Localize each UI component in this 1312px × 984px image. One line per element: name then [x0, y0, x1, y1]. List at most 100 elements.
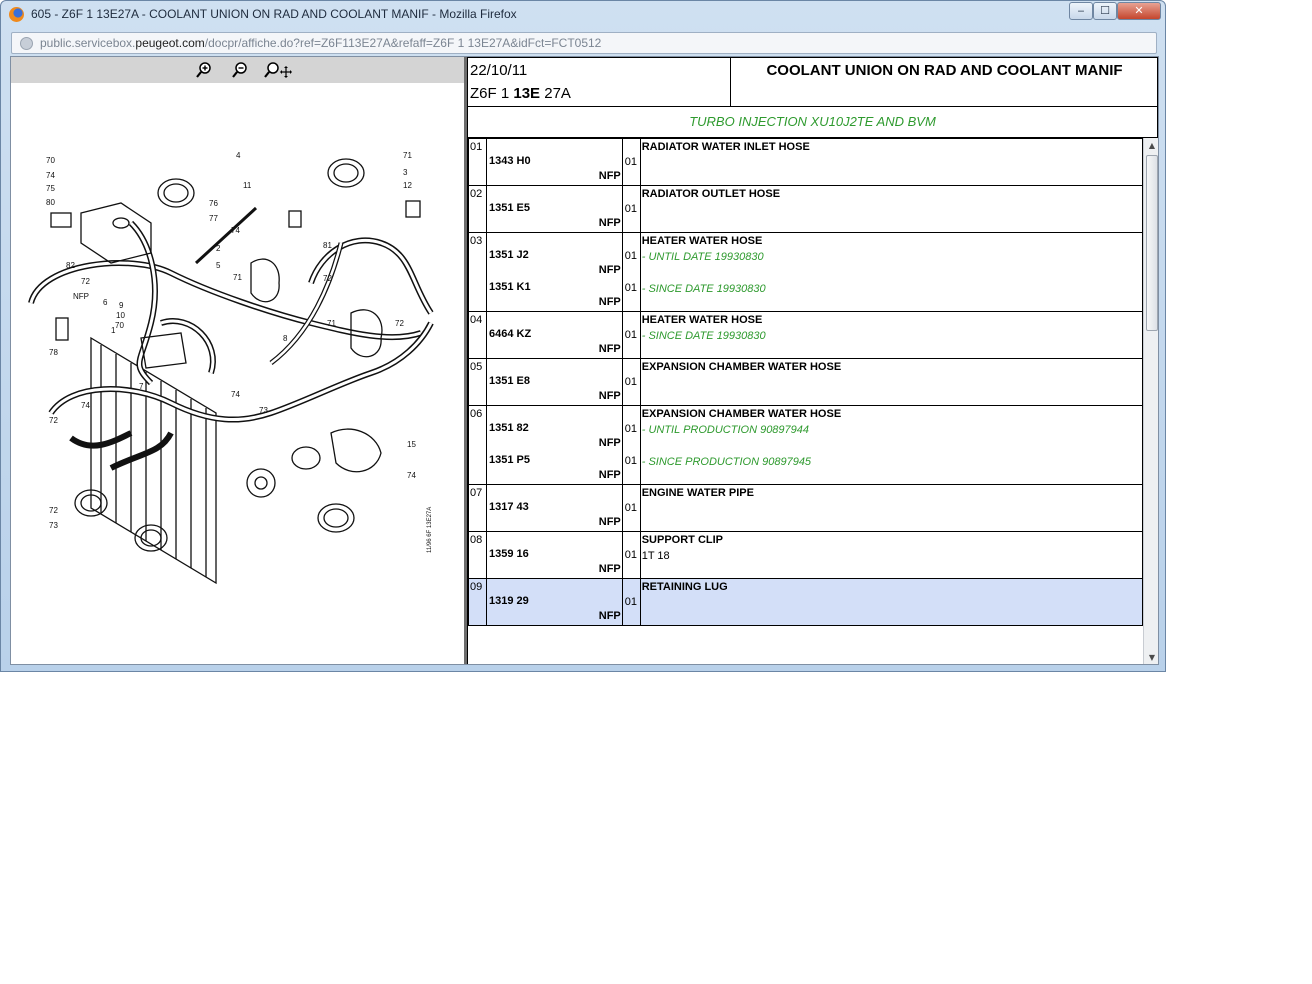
zoom-pan-icon[interactable]	[263, 61, 293, 79]
part-quantity: 01	[624, 250, 637, 262]
quantity-cell: 01	[621, 358, 641, 406]
item-number: 07	[470, 487, 483, 499]
part-note	[642, 501, 1142, 517]
maximize-button[interactable]: ☐	[1093, 2, 1117, 20]
svg-text:4: 4	[236, 151, 241, 160]
url-path: /docpr/affiche.do?ref=Z6F113E27A&refaff=…	[204, 36, 602, 50]
code-part-a: Z6F 1	[470, 85, 514, 102]
scroll-up-arrow[interactable]: ▲	[1144, 138, 1158, 154]
url-domain: peugeot.com	[135, 36, 205, 50]
part-note: - UNTIL PRODUCTION 90897944	[641, 424, 810, 436]
code-part-b: 13E	[513, 85, 541, 102]
item-number-cell: 09	[468, 578, 487, 626]
page-content: 70 74 75 80 82 72 NFP 9 10 70 78 7 74 72 72 73 4 11 …	[10, 56, 1159, 665]
part-quantity: 01	[624, 376, 637, 388]
part-quantity: 01	[624, 329, 637, 341]
table-row[interactable]: 02 1351 E5 NFP 01 RADIATOR OUTLET HOSE	[468, 185, 1143, 233]
svg-text:82: 82	[66, 261, 75, 270]
item-number-cell: 03	[468, 232, 487, 312]
part-reference[interactable]: 1343 H0	[489, 155, 531, 167]
part-ref-cell: 1319 29 NFP	[485, 578, 623, 626]
part-reference[interactable]: 1351 82	[489, 422, 529, 434]
nfp-label: NFP	[598, 390, 621, 402]
description-cell: ENGINE WATER PIPE	[639, 484, 1143, 532]
part-reference[interactable]: 1359 16	[489, 548, 529, 560]
table-row[interactable]: 09 1319 29 NFP 01 RETAINING LUG	[468, 578, 1143, 626]
description-cell: EXPANSION CHAMBER WATER HOSE	[639, 358, 1143, 406]
part-note	[642, 202, 1142, 218]
part-ref-cell: 1351 E5 NFP	[485, 185, 623, 233]
table-row[interactable]: 05 1351 E8 NFP 01 EXPANSION CHAMBER WATER HO…	[468, 358, 1143, 406]
close-button[interactable]: ✕	[1117, 2, 1161, 20]
parts-table-wrap: 01 1343 H0 NFP 01 RADIATOR WATER INLET HOSE 0…	[467, 138, 1143, 664]
subtitle-box: TURBO INJECTION XU10J2TE AND BVM	[467, 107, 1158, 138]
quantity-cell: 01	[621, 484, 641, 532]
description-cell: EXPANSION CHAMBER WATER HOSE - UNTIL PROD…	[639, 405, 1143, 485]
svg-text:6: 6	[103, 298, 108, 307]
table-row[interactable]: 07 1317 43 NFP 01 ENGINE WATER PIPE	[468, 484, 1143, 532]
part-reference[interactable]: 1317 43	[489, 501, 529, 513]
address-bar[interactable]: public.servicebox.peugeot.com/docpr/affi…	[11, 32, 1157, 54]
svg-text:80: 80	[46, 198, 55, 207]
url-prefix: public.servicebox.	[40, 36, 136, 50]
table-row[interactable]: 03 1351 J2 NFP 1351 K1 NFP 01 01 HEATER WATER H…	[468, 232, 1143, 312]
table-row[interactable]: 01 1343 H0 NFP 01 RADIATOR WATER INLET HOSE	[468, 138, 1143, 186]
part-description: ENGINE WATER PIPE	[641, 487, 754, 499]
part-note: 1T 18	[641, 550, 670, 562]
nfp-label: NFP	[598, 170, 621, 182]
part-reference[interactable]: 1351 E8	[489, 375, 530, 387]
parts-pane: 22/10/11 Z6F 1 13E 27A COOLANT UNION ON …	[467, 57, 1158, 664]
svg-text:73: 73	[259, 406, 268, 415]
svg-text:72: 72	[49, 506, 58, 515]
table-row[interactable]: 06 1351 82 NFP 1351 P5 NFP 01 01 EXPANSION CHAM…	[468, 405, 1143, 485]
part-reference[interactable]: 1351 E5	[489, 202, 530, 214]
svg-text:72: 72	[323, 274, 332, 283]
header-code: Z6F 1 13E 27A	[470, 85, 571, 102]
svg-text:74: 74	[81, 401, 90, 410]
part-note: - UNTIL DATE 19930830	[641, 251, 764, 263]
parts-table: 01 1343 H0 NFP 01 RADIATOR WATER INLET HOSE 0…	[468, 138, 1143, 626]
zoom-out-icon[interactable]	[231, 61, 249, 79]
part-reference[interactable]: 1351 J2	[489, 249, 529, 261]
quantity-cell: 01	[621, 578, 641, 626]
quantity-cell: 01	[621, 138, 641, 186]
part-ref-cell: 1351 82 NFP 1351 P5 NFP	[485, 405, 623, 485]
item-number-cell: 07	[468, 484, 487, 532]
part-description: EXPANSION CHAMBER WATER HOSE	[641, 361, 842, 373]
description-cell: HEATER WATER HOSE - UNTIL DATE 19930830 - …	[639, 232, 1143, 312]
part-quantity: 01	[624, 156, 637, 168]
part-reference[interactable]: 1351 P5	[489, 454, 530, 466]
svg-text:2: 2	[216, 244, 221, 253]
part-description: SUPPORT CLIP	[641, 534, 724, 546]
nfp-label: NFP	[598, 563, 621, 575]
part-note: - SINCE PRODUCTION 90897945	[641, 456, 812, 468]
svg-text:77: 77	[209, 214, 218, 223]
svg-text:NFP: NFP	[73, 292, 89, 301]
part-description: RETAINING LUG	[641, 581, 728, 593]
vertical-scrollbar[interactable]: ▲ ▼	[1143, 138, 1158, 664]
scroll-down-arrow[interactable]: ▼	[1144, 650, 1158, 664]
quantity-cell: 01 01	[621, 232, 641, 312]
part-reference[interactable]: 1351 K1	[489, 281, 531, 293]
item-number-cell: 06	[468, 405, 487, 485]
part-ref-cell: 1351 E8 NFP	[485, 358, 623, 406]
zoom-in-icon[interactable]	[195, 61, 213, 79]
description-cell: RETAINING LUG	[639, 578, 1143, 626]
part-reference[interactable]: 6464 KZ	[489, 328, 531, 340]
table-row[interactable]: 04 6464 KZ NFP 01 HEATER WATER HOSE - SINCE D…	[468, 311, 1143, 359]
nfp-label: NFP	[598, 343, 621, 355]
url-text[interactable]: public.servicebox.peugeot.com/docpr/affi…	[40, 36, 601, 50]
part-reference[interactable]: 1319 29	[489, 595, 529, 607]
svg-text:71: 71	[327, 319, 336, 328]
item-number-cell: 04	[468, 311, 487, 359]
part-quantity: 01	[624, 549, 637, 561]
table-row[interactable]: 08 1359 16 NFP 01 SUPPORT CLIP 1T 18	[468, 531, 1143, 579]
part-ref-cell: 1351 J2 NFP 1351 K1 NFP	[485, 232, 623, 312]
minimize-button[interactable]: ‒	[1069, 2, 1093, 20]
item-number-cell: 08	[468, 531, 487, 579]
svg-text:74: 74	[46, 171, 55, 180]
part-note	[642, 595, 1142, 611]
item-number: 01	[470, 141, 483, 153]
scroll-thumb[interactable]	[1146, 155, 1158, 331]
header-left: 22/10/11 Z6F 1 13E 27A	[468, 58, 731, 106]
